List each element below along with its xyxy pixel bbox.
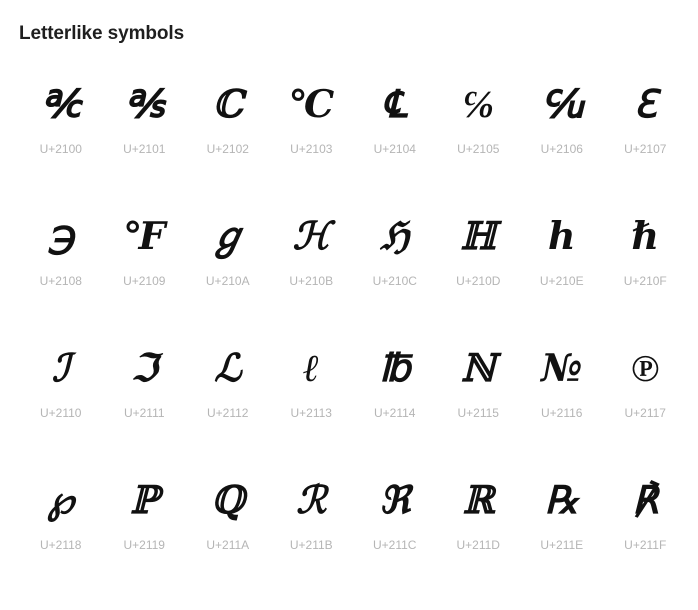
glyph-cell[interactable]: ℀ U+2100 [19,70,103,202]
glyph-codepoint-label: U+2109 [123,274,166,288]
glyph-cell[interactable]: ℛ U+211B [270,466,354,598]
glyph-cell[interactable]: ℘ U+2118 [19,466,103,598]
glyph-cell[interactable]: ℉ U+2109 [103,202,187,334]
glyph-cell[interactable]: ℞ U+211E [520,466,604,598]
glyph-character: ℘ [47,477,75,522]
glyph-character: ℊ [208,213,247,258]
glyph-character: ℃ [288,81,335,126]
glyph-codepoint-label: U+2107 [624,142,667,156]
glyph-cell[interactable]: ℁ U+2101 [103,70,187,202]
glyph-codepoint-label: U+210F [623,274,667,288]
glyph-codepoint-label: U+2118 [40,538,82,552]
glyph-cell[interactable]: № U+2116 [520,334,604,466]
glyph-character: ℝ [462,477,495,522]
glyph-codepoint-label: U+211C [373,538,417,552]
glyph-character: ℙ [129,477,159,522]
glyph-character: ℐ [51,345,70,390]
glyph-character: ℉ [123,213,166,258]
glyph-codepoint-label: U+210C [372,274,417,288]
glyph-cell[interactable]: ℒ U+2112 [186,334,270,466]
glyph-cell[interactable]: ℗ U+2117 [604,334,688,466]
glyph-cell[interactable]: ℓ U+2113 [270,334,354,466]
glyph-cell[interactable]: ℄ U+2104 [353,70,437,202]
glyph-codepoint-label: U+2102 [206,142,249,156]
glyph-codepoint-label: U+2111 [123,406,165,420]
glyph-cell[interactable]: ℍ U+210D [437,202,521,334]
glyph-codepoint-label: U+2113 [290,406,332,420]
glyph-character: ℀ [41,81,81,126]
glyph-character: ℛ [296,477,327,522]
glyph-cell[interactable]: ℆ U+2106 [520,70,604,202]
glyph-cell[interactable]: ℂ U+2102 [186,70,270,202]
glyph-codepoint-label: U+210E [539,274,584,288]
glyph-cell[interactable]: ℌ U+210C [353,202,437,334]
glyph-cell[interactable]: ℎ U+210E [520,202,604,334]
glyph-character: ℞ [544,477,579,522]
glyph-character: ℜ [379,477,411,522]
glyph-character: ℔ [379,345,411,390]
glyph-character: ℚ [211,477,245,522]
glyph-grid: ℀ U+2100 ℁ U+2101 ℂ U+2102 ℃ U+2103 ℄ U+2104 ℅ U+21… [19,70,687,598]
glyph-cell[interactable]: ℝ U+211D [437,466,521,598]
glyph-character: ℗ [631,345,660,390]
glyph-character: ℒ [214,345,242,390]
glyph-cell[interactable]: ℕ U+2115 [437,334,521,466]
glyph-cell[interactable]: ℇ U+2107 [604,70,688,202]
glyph-character: ℂ [212,81,243,126]
glyph-cell[interactable]: ℟ U+211F [604,466,688,598]
glyph-codepoint-label: U+211B [289,538,333,552]
glyph-character: ℋ [292,213,331,258]
glyph-codepoint-label: U+210D [456,274,501,288]
glyph-cell[interactable]: ℏ U+210F [604,202,688,334]
glyph-codepoint-label: U+2117 [624,406,666,420]
glyph-cell[interactable]: ℋ U+210B [270,202,354,334]
glyph-cell[interactable]: ℔ U+2114 [353,334,437,466]
glyph-character: ℇ [633,81,657,126]
glyph-character: ℆ [541,81,583,126]
glyph-character: ℍ [460,213,497,258]
glyph-codepoint-label: U+2114 [374,406,416,420]
glyph-codepoint-label: U+2110 [40,406,82,420]
glyph-codepoint-label: U+210B [289,274,334,288]
glyph-character: ℟ [632,477,659,522]
glyph-codepoint-label: U+2106 [540,142,583,156]
glyph-codepoint-label: U+2100 [39,142,82,156]
glyph-cell[interactable]: ℈ U+2108 [19,202,103,334]
glyph-character: ℕ [460,345,496,390]
glyph-codepoint-label: U+2103 [290,142,333,156]
glyph-codepoint-label: U+2115 [457,406,499,420]
glyph-character: ℈ [47,213,75,258]
glyph-character: ℄ [382,81,407,126]
glyph-character: ℑ [131,345,158,390]
glyph-cell[interactable]: ℑ U+2111 [103,334,187,466]
glyph-codepoint-label: U+2108 [39,274,82,288]
glyph-cell[interactable]: ℜ U+211C [353,466,437,598]
glyph-codepoint-label: U+2119 [123,538,165,552]
glyph-cell[interactable]: ℃ U+2103 [270,70,354,202]
glyph-character: ℎ [547,213,576,258]
glyph-cell[interactable]: ℊ U+210A [186,202,270,334]
glyph-codepoint-label: U+2116 [541,406,583,420]
glyph-codepoint-label: U+211D [456,538,500,552]
glyph-character: ℅ [462,81,495,126]
glyph-cell[interactable]: ℚ U+211A [186,466,270,598]
glyph-codepoint-label: U+211F [624,538,667,552]
section-title: Letterlike symbols [19,23,185,44]
glyph-cell[interactable]: ℙ U+2119 [103,466,187,598]
glyph-character: ℁ [124,81,164,126]
glyph-codepoint-label: U+2104 [373,142,416,156]
glyph-character: ℏ [631,213,660,258]
glyph-codepoint-label: U+210A [205,274,250,288]
glyph-cell[interactable]: ℅ U+2105 [437,70,521,202]
glyph-codepoint-label: U+2105 [457,142,500,156]
glyph-codepoint-label: U+211E [540,538,584,552]
glyph-character: ℌ [380,213,410,258]
glyph-cell[interactable]: ℐ U+2110 [19,334,103,466]
glyph-character: ℓ [303,345,320,390]
glyph-character: № [541,345,583,390]
glyph-codepoint-label: U+2101 [123,142,166,156]
glyph-codepoint-label: U+2112 [207,406,249,420]
glyph-codepoint-label: U+211A [206,538,250,552]
